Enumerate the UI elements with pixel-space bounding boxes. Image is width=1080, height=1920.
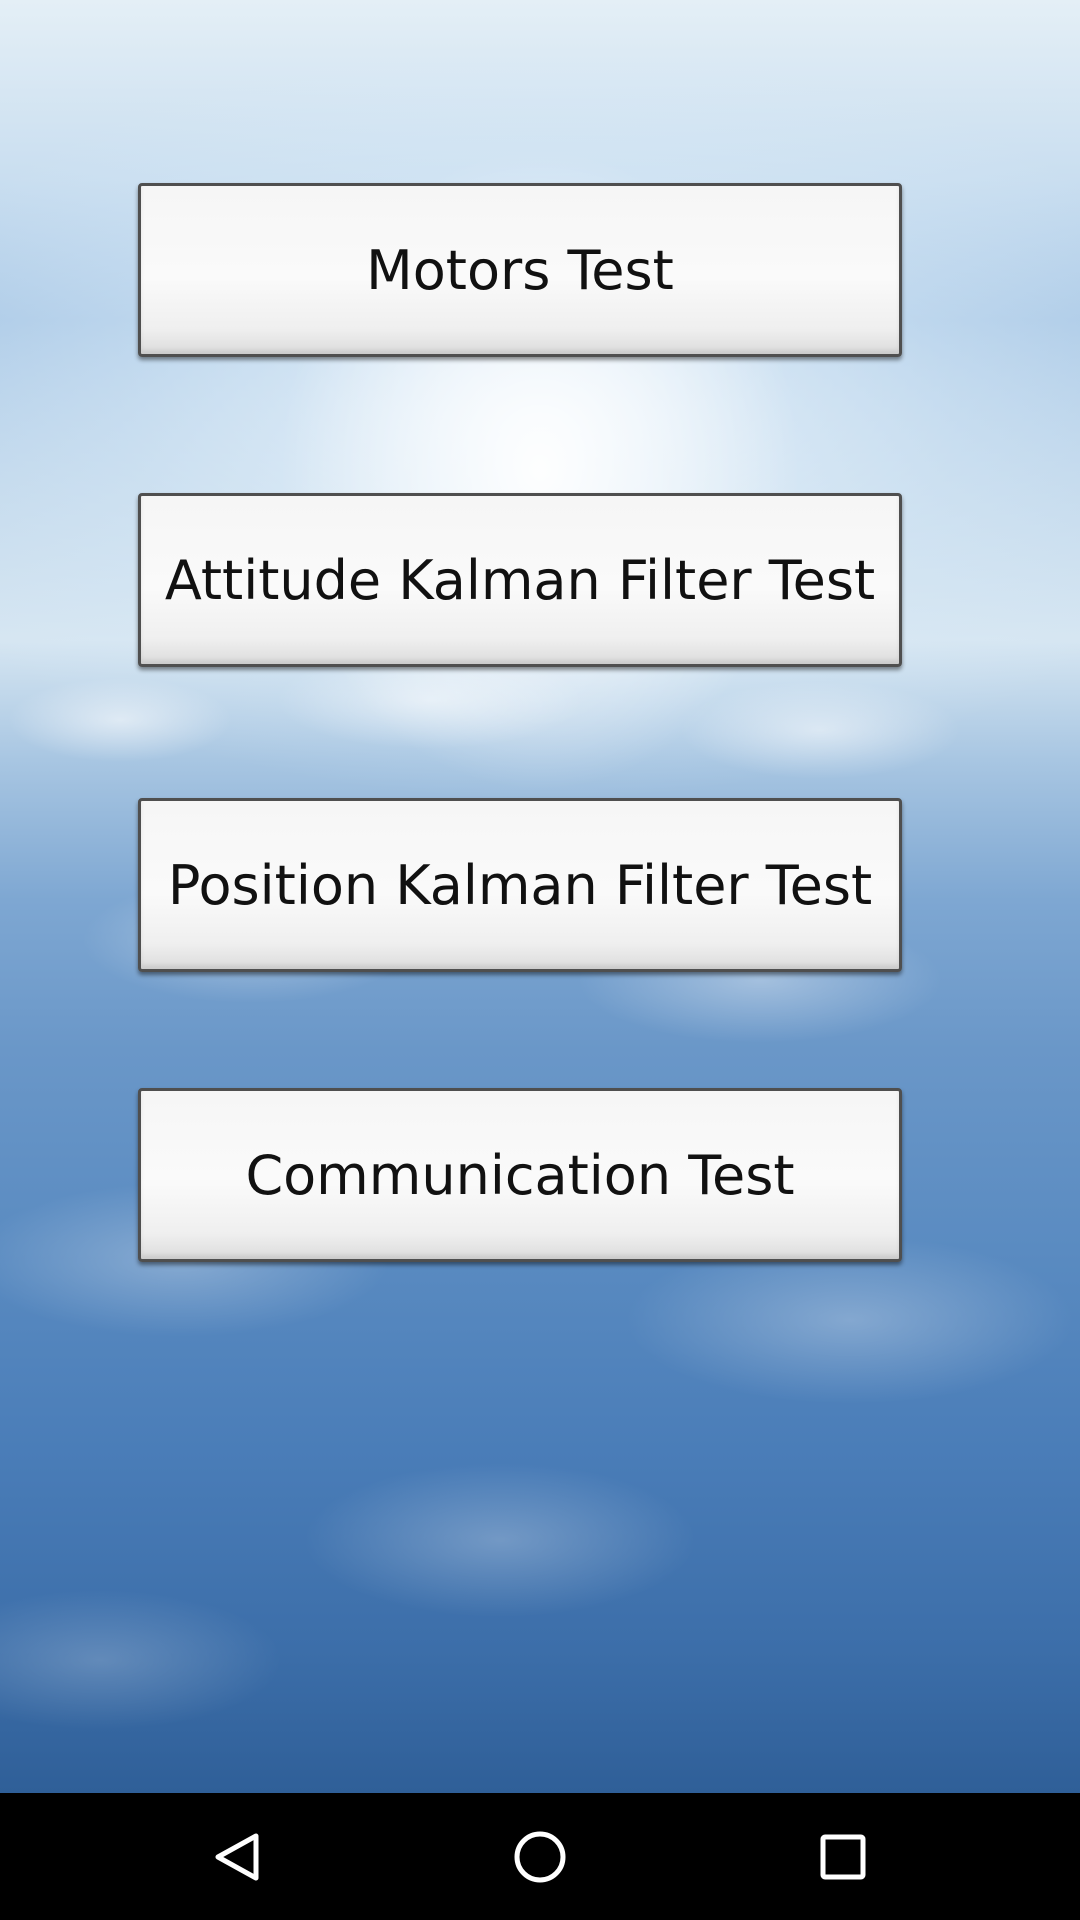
home-button[interactable] — [460, 1793, 620, 1920]
motors-test-button[interactable]: Motors Test — [138, 183, 902, 357]
position-kalman-filter-test-button[interactable]: Position Kalman Filter Test — [138, 798, 902, 972]
recents-button[interactable] — [763, 1793, 923, 1920]
communication-test-button[interactable]: Communication Test — [138, 1088, 902, 1262]
attitude-kalman-filter-test-label: Attitude Kalman Filter Test — [164, 548, 876, 612]
attitude-kalman-filter-test-button[interactable]: Attitude Kalman Filter Test — [138, 493, 902, 667]
position-kalman-filter-test-label: Position Kalman Filter Test — [167, 853, 873, 917]
communication-test-label: Communication Test — [245, 1143, 795, 1207]
home-circle-icon — [514, 1831, 566, 1882]
motors-test-label: Motors Test — [366, 238, 674, 302]
recents-square-icon — [820, 1834, 866, 1879]
back-triangle-icon — [215, 1833, 259, 1880]
system-navigation-bar — [0, 1793, 1080, 1920]
back-button[interactable] — [157, 1793, 317, 1920]
app-screen: Motors Test Attitude Kalman Filter Test … — [0, 0, 1080, 1920]
